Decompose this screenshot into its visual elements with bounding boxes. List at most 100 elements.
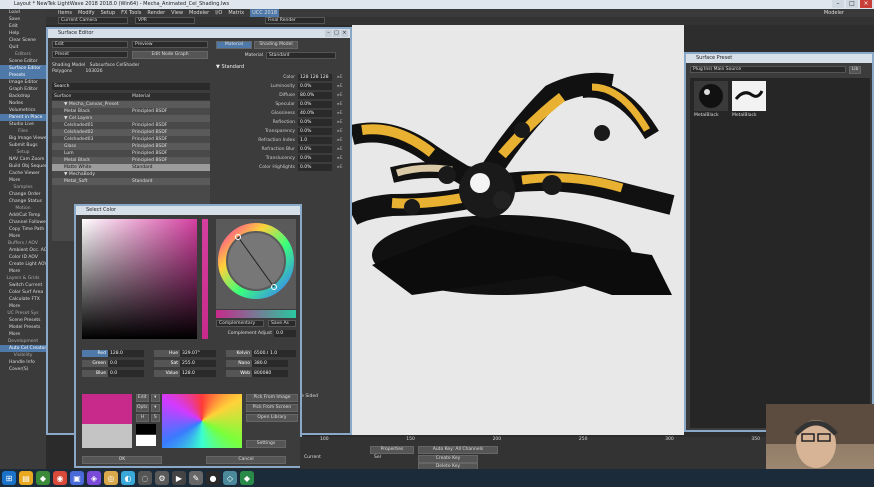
edit-swatch-button[interactable]: Edit <box>136 394 149 402</box>
surface-row[interactable]: Glass Principled BSDF <box>52 143 210 150</box>
sidebar-item[interactable]: Backdrop <box>0 93 46 100</box>
sidebar-item[interactable]: More <box>0 268 46 275</box>
app-icon[interactable]: ◐ <box>121 471 135 485</box>
opts-arrow[interactable]: ▾ <box>150 404 160 412</box>
color-field-input[interactable]: 128.0 <box>180 370 216 377</box>
app-icon[interactable]: ▣ <box>70 471 84 485</box>
sidebar-item[interactable]: Parent in Place <box>0 114 46 121</box>
property-value[interactable]: 128 128 128 <box>298 74 332 81</box>
library-button[interactable]: Lib <box>849 66 861 74</box>
color-field-input[interactable]: 800080 <box>252 370 288 377</box>
surface-row[interactable]: Celshaded02 Principled BSDF <box>52 129 210 136</box>
color-field-input[interactable]: 128.0 <box>108 350 144 357</box>
sidebar-item[interactable]: More <box>0 303 46 310</box>
ok-button[interactable]: OK <box>82 456 162 464</box>
surface-row[interactable]: ▼ Mecha_Canvas_Preset <box>52 101 210 108</box>
color-field-input[interactable]: 255.0 <box>180 360 216 367</box>
sidebar-item[interactable]: Surface Editor <box>0 65 46 72</box>
sidebar-item[interactable]: Cache Viewer <box>0 170 46 177</box>
opts-button[interactable]: Opts <box>136 404 149 412</box>
sidebar-item[interactable]: Ambient Occ. AOV <box>0 247 46 254</box>
sidebar-item[interactable]: Color Surf Area <box>0 289 46 296</box>
color-field-input[interactable]: 0.0 <box>108 360 144 367</box>
sidebar-item[interactable]: Submit Bugs <box>0 142 46 149</box>
sidebar-item[interactable]: Image Editor <box>0 79 46 86</box>
app-icon[interactable]: ◌ <box>138 471 152 485</box>
envelope-button[interactable]: ▸E <box>332 164 348 171</box>
app-icon[interactable]: ▶ <box>172 471 186 485</box>
sidebar-item[interactable]: Change Status <box>0 198 46 205</box>
modeler-switch[interactable]: Modeler <box>824 9 844 17</box>
color-field-input[interactable]: 0.0 <box>108 370 144 377</box>
surface-search-input[interactable]: Search <box>52 83 210 90</box>
surface-row[interactable]: Metal Black Principled BSDF <box>52 108 210 115</box>
menu-item[interactable]: Setup <box>101 9 116 17</box>
property-value[interactable]: 80.0% <box>298 92 332 99</box>
sidebar-item[interactable]: Studio Live <box>0 121 46 128</box>
property-value[interactable]: 40.0% <box>298 110 332 117</box>
sidebar-item[interactable]: Scene Editor <box>0 58 46 65</box>
sidebar-item[interactable]: Build Obj Sequence <box>0 163 46 170</box>
sidebar-item[interactable]: More <box>0 177 46 184</box>
complement-adjust-field[interactable]: 0.0 <box>274 330 296 337</box>
app-icon[interactable]: ◆ <box>240 471 254 485</box>
property-value[interactable]: 0.0% <box>298 83 332 90</box>
tab-material[interactable]: Material <box>216 41 252 49</box>
envelope-button[interactable]: ▸E <box>332 155 348 162</box>
app-icon[interactable]: ✎ <box>189 471 203 485</box>
saturation-value-picker[interactable] <box>82 219 197 339</box>
preset-item[interactable]: MetalBlack <box>732 81 766 118</box>
envelope-button[interactable]: ▸E <box>332 146 348 153</box>
menu-item[interactable]: Items <box>58 9 72 17</box>
property-value[interactable]: 0.0% <box>298 146 332 153</box>
minimize-button[interactable]: – <box>832 0 844 8</box>
preset-library-select[interactable]: Plug Ins\ Main Source <box>690 66 846 73</box>
envelope-button[interactable]: ▸E <box>332 92 348 99</box>
edit-node-graph-button[interactable]: Edit Node Graph <box>132 51 208 59</box>
surface-row[interactable]: Lum Principled BSDF <box>52 150 210 157</box>
palette-grid[interactable] <box>162 394 242 448</box>
app-icon[interactable]: ◈ <box>87 471 101 485</box>
auto-key-button[interactable]: Auto Key: All Channels <box>418 446 498 454</box>
black-swatch[interactable] <box>136 424 156 434</box>
harmony-select[interactable]: Complementary <box>216 320 264 327</box>
sidebar-item[interactable]: Add/Cut Temp <box>0 212 46 219</box>
maximize-button[interactable]: □ <box>846 0 858 8</box>
sidebar-item[interactable]: Clear Scene <box>0 37 46 44</box>
property-value[interactable]: 0.0% <box>298 164 332 171</box>
envelope-button[interactable]: ▸E <box>332 119 348 126</box>
preview-select[interactable]: Preview <box>132 41 208 48</box>
explorer-icon[interactable]: ▤ <box>19 471 33 485</box>
pick-button[interactable]: Pick From Image <box>246 394 298 402</box>
envelope-button[interactable]: ▸E <box>332 137 348 144</box>
sidebar-item[interactable]: Load <box>0 9 46 16</box>
surface-row[interactable]: ▼ MechaBody <box>52 171 210 178</box>
menu-item[interactable]: Matrix <box>228 9 244 17</box>
sidebar-item[interactable]: Copy Time Path <box>0 226 46 233</box>
envelope-button[interactable]: ▸E <box>332 74 348 81</box>
save-as-select[interactable]: Save As <box>268 320 296 327</box>
sidebar-item[interactable]: Save <box>0 16 46 23</box>
start-icon[interactable]: ⊞ <box>2 471 16 485</box>
envelope-button[interactable]: ▸E <box>332 101 348 108</box>
preset-item[interactable]: MetalBlack <box>694 81 728 118</box>
surface-row[interactable]: Matte White Standard <box>52 164 210 171</box>
sidebar-item[interactable]: Volumetrics <box>0 107 46 114</box>
color-field-input[interactable]: 329.07° <box>180 350 216 357</box>
sidebar-item[interactable]: Switch Current <box>0 282 46 289</box>
sidebar-item[interactable]: Quit <box>0 44 46 51</box>
properties-button[interactable]: Properties <box>370 446 414 454</box>
render-mode-select[interactable]: Final Render <box>265 17 325 24</box>
close-button[interactable]: × <box>860 0 872 8</box>
sidebar-item[interactable]: More <box>0 331 46 338</box>
multiplier-field[interactable]: 1.0 <box>268 350 296 357</box>
surface-row[interactable]: Celshaded03 Principled BSDF <box>52 136 210 143</box>
surface-row[interactable]: Metal_Soft Standard <box>52 178 210 185</box>
surface-row[interactable]: Metal Black Principled BSDF <box>52 157 210 164</box>
view-mode-select[interactable]: VPR <box>135 17 195 24</box>
menu-item[interactable]: Render <box>147 9 165 17</box>
sidebar-item[interactable]: NAV Cam Zoom <box>0 156 46 163</box>
white-swatch[interactable] <box>136 435 156 446</box>
app-icon[interactable]: ◆ <box>36 471 50 485</box>
menu-item[interactable]: Modify <box>78 9 95 17</box>
